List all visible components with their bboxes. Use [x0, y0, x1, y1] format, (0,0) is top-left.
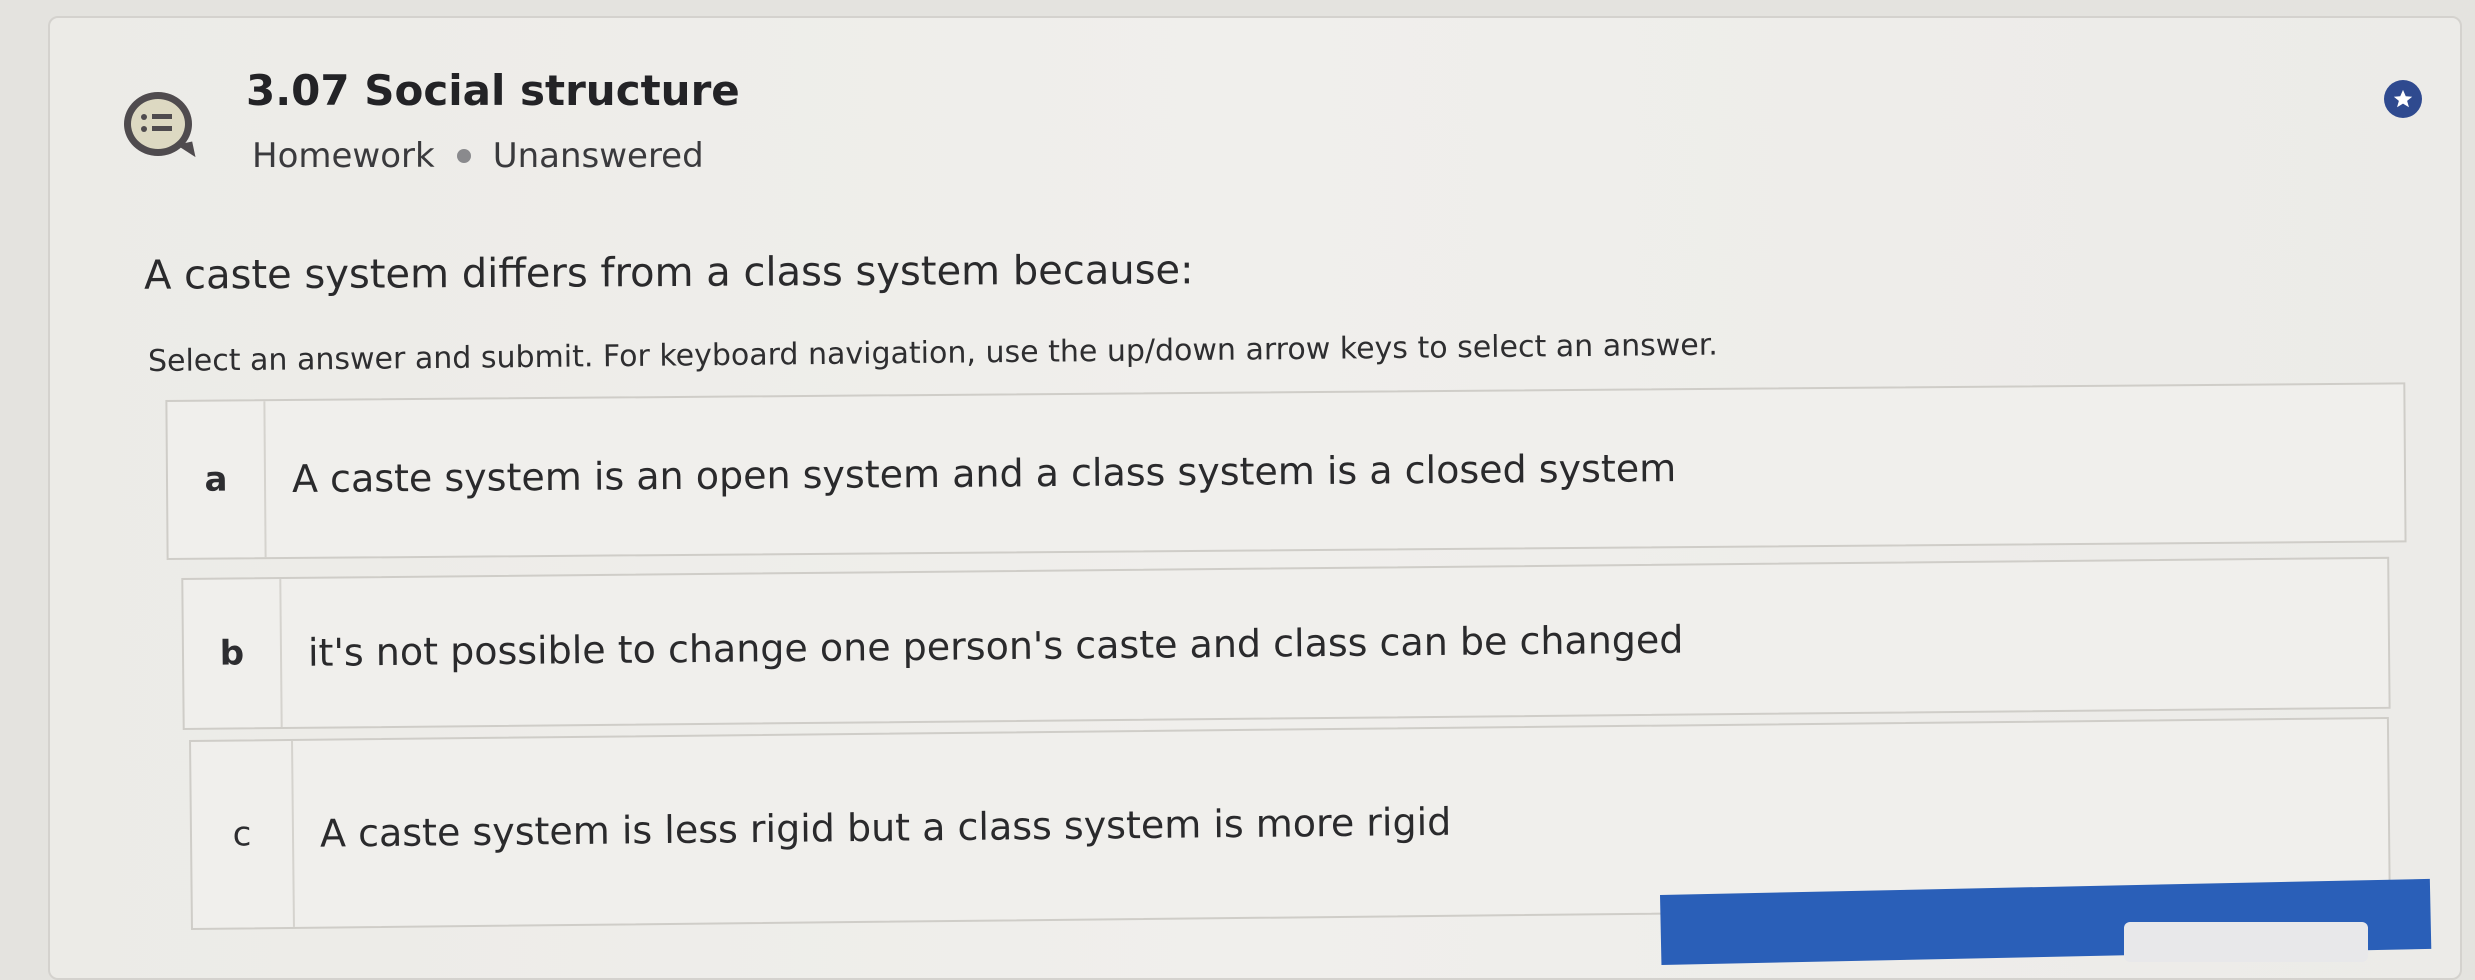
answer-option-b[interactable]: b it's not possible to change one person… [181, 556, 2391, 730]
bookmark-star-button[interactable] [2384, 80, 2422, 118]
assignment-type: Homework [252, 136, 435, 176]
page-title: 3.07 Social structure [246, 66, 740, 115]
separator-dot [456, 149, 471, 163]
option-text: A caste system is less rigid but a class… [319, 799, 1452, 856]
submit-button[interactable] [2124, 922, 2368, 962]
assignment-meta: Homework Unanswered [252, 136, 704, 176]
star-icon [2393, 89, 2413, 108]
option-text: A caste system is an open system and a c… [291, 446, 1677, 502]
list-chat-icon [124, 92, 192, 156]
option-letter: c [191, 740, 295, 928]
option-letter: b [183, 579, 283, 728]
option-text: it's not possible to change one person's… [307, 617, 1684, 675]
list-icon [141, 114, 172, 132]
status-label: Unanswered [492, 136, 704, 176]
question-text: A caste system differs from a class syst… [143, 247, 1194, 299]
option-letter: a [167, 401, 267, 558]
answer-option-a[interactable]: a A caste system is an open system and a… [165, 382, 2407, 560]
